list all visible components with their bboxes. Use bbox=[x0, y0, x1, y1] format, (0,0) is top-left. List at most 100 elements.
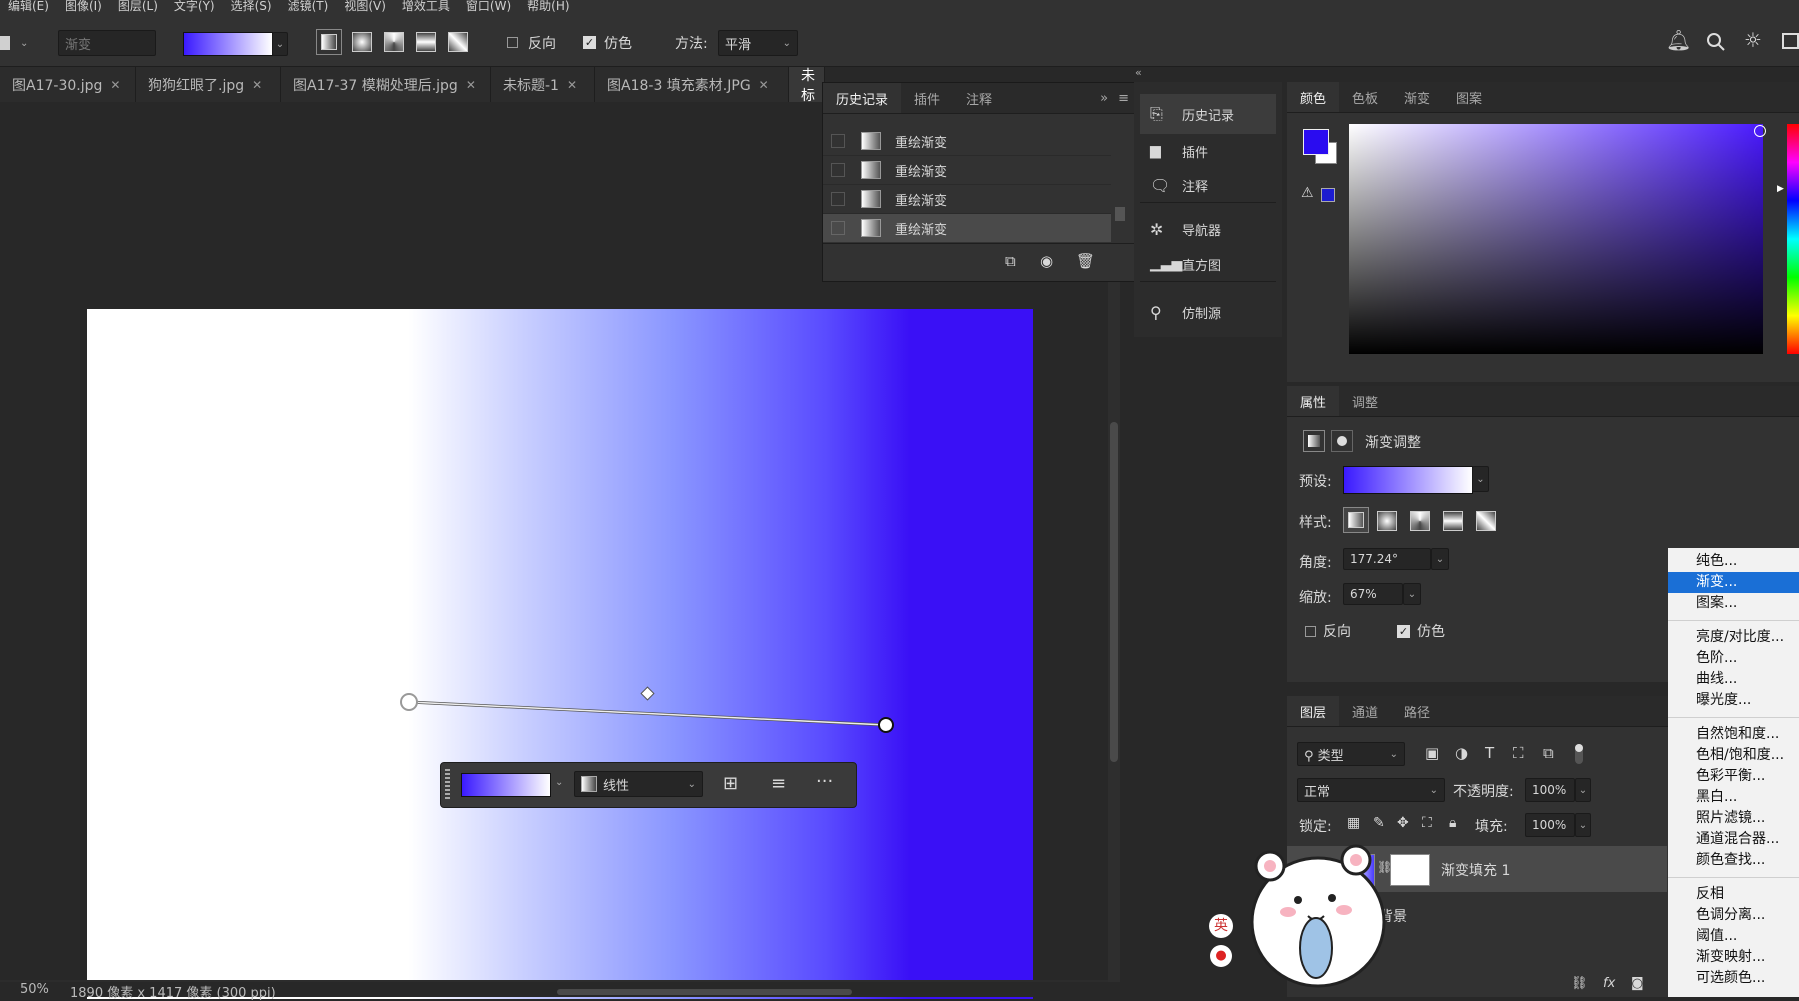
hue-slider[interactable] bbox=[1787, 124, 1799, 354]
gradient-swatch-chevron-icon[interactable]: ⌄ bbox=[272, 32, 288, 56]
dither-checkbox[interactable]: ✓ bbox=[583, 36, 596, 49]
smart-object-filter-icon[interactable]: ⧉ bbox=[1543, 744, 1554, 762]
menu-item-invert[interactable]: 反相 bbox=[1668, 884, 1799, 905]
scroll-thumb[interactable] bbox=[1110, 422, 1118, 762]
dock-item-clone-source[interactable]: ⚲ 仿制源 bbox=[1140, 292, 1276, 332]
diamond-gradient-button[interactable] bbox=[448, 32, 468, 52]
preset-gradient-swatch[interactable] bbox=[1343, 466, 1473, 494]
menu-image[interactable]: 图像(I) bbox=[57, 0, 110, 14]
scale-chevron-icon[interactable]: ⌄ bbox=[1403, 583, 1421, 605]
history-item[interactable]: 重绘渐变 bbox=[823, 127, 1111, 156]
tab-doc-3[interactable]: 图A17-37 模糊处理后.jpg ✕ bbox=[281, 67, 491, 102]
tab-color[interactable]: 颜色 bbox=[1287, 82, 1340, 112]
menu-item-black-white[interactable]: 黑白... bbox=[1668, 787, 1799, 808]
close-icon[interactable]: ✕ bbox=[252, 78, 262, 92]
properties-reverse-checkbox[interactable] bbox=[1305, 626, 1316, 637]
more-icon[interactable]: ··· bbox=[816, 771, 833, 792]
menu-item-hue-saturation[interactable]: 色相/饱和度... bbox=[1668, 745, 1799, 766]
pixel-filter-icon[interactable]: ▣ bbox=[1425, 744, 1439, 762]
adjustment-filter-icon[interactable]: ◑ bbox=[1455, 744, 1468, 762]
tool-preset-icon[interactable] bbox=[0, 36, 10, 50]
foreground-color-swatch[interactable] bbox=[1303, 129, 1329, 155]
add-mask-icon[interactable]: ◙ bbox=[1631, 976, 1644, 991]
camera-icon[interactable]: ◉ bbox=[1040, 252, 1053, 270]
menu-item-gradient-map[interactable]: 渐变映射... bbox=[1668, 947, 1799, 968]
lock-position-icon[interactable]: ✥ bbox=[1397, 815, 1409, 831]
style-reflected-button[interactable] bbox=[1443, 511, 1463, 531]
close-icon[interactable]: ✕ bbox=[759, 78, 769, 92]
hue-slider-marker-icon[interactable]: ▶ bbox=[1777, 184, 1784, 194]
tab-channels[interactable]: 通道 bbox=[1339, 696, 1391, 726]
menu-item-threshold[interactable]: 阈值... bbox=[1668, 926, 1799, 947]
tab-doc-1[interactable]: 图A17-30.jpg ✕ bbox=[0, 67, 136, 102]
layer-name[interactable]: 渐变填充 1 bbox=[1441, 860, 1510, 880]
linear-gradient-button[interactable] bbox=[316, 29, 342, 55]
menu-item-gradient[interactable]: 渐变... bbox=[1668, 572, 1799, 593]
dock-item-notes[interactable]: 🗨︎ 注释 bbox=[1140, 168, 1276, 203]
fill-input[interactable]: 100% bbox=[1525, 813, 1575, 837]
workspace-icon[interactable] bbox=[1782, 33, 1799, 49]
horizontal-scroll-thumb[interactable] bbox=[557, 989, 852, 995]
lightbulb-icon[interactable]: ☼ bbox=[1744, 28, 1762, 52]
close-icon[interactable]: ✕ bbox=[466, 78, 476, 92]
color-picker-cursor[interactable] bbox=[1754, 125, 1766, 137]
menu-help[interactable]: 帮助(H) bbox=[519, 0, 577, 14]
scale-input[interactable]: 67% bbox=[1343, 583, 1403, 605]
menu-item-pattern[interactable]: 图案... bbox=[1668, 593, 1799, 614]
menu-view[interactable]: 视图(V) bbox=[336, 0, 394, 14]
document-info[interactable]: 1890 像素 x 1417 像素 (300 ppi) bbox=[70, 982, 276, 1001]
zoom-value[interactable]: 50% bbox=[20, 982, 49, 997]
style-angle-button[interactable] bbox=[1410, 511, 1430, 531]
menu-item-solid-color[interactable]: 纯色... bbox=[1668, 551, 1799, 572]
ime-language-indicator[interactable]: 英 bbox=[1209, 914, 1233, 938]
method-dropdown[interactable]: 平滑 ⌄ bbox=[718, 30, 798, 56]
gradient-preset-dropdown[interactable]: 渐变 bbox=[58, 30, 156, 56]
filter-toggle[interactable] bbox=[1575, 744, 1583, 764]
gradient-midpoint-handle[interactable] bbox=[640, 686, 655, 701]
tool-preset-chevron-icon[interactable]: ⌄ bbox=[20, 38, 28, 49]
style-diamond-button[interactable] bbox=[1476, 511, 1496, 531]
warning-icon[interactable]: ⚠ bbox=[1301, 185, 1314, 201]
color-field[interactable] bbox=[1349, 124, 1763, 354]
angle-input[interactable]: 177.24° bbox=[1343, 548, 1431, 570]
ime-tool-icon[interactable]: ● bbox=[1210, 945, 1232, 967]
gradient-start-handle[interactable] bbox=[400, 693, 418, 711]
style-linear-button[interactable] bbox=[1343, 507, 1369, 533]
tab-doc-4[interactable]: 未标题-1 ✕ bbox=[491, 67, 595, 102]
menu-item-vibrance[interactable]: 自然饱和度... bbox=[1668, 724, 1799, 745]
close-icon[interactable]: ✕ bbox=[567, 78, 577, 92]
preset-chevron-icon[interactable]: ⌄ bbox=[1472, 466, 1489, 492]
sliders-icon[interactable]: ≡ bbox=[771, 773, 786, 794]
properties-dither-checkbox[interactable]: ✓ bbox=[1397, 625, 1410, 638]
history-item-selected[interactable]: 重绘渐变 bbox=[823, 214, 1111, 242]
layer-mask-thumbnail[interactable] bbox=[1390, 854, 1430, 886]
tab-doc-5[interactable]: 图A18-3 填充素材.JPG ✕ bbox=[595, 67, 789, 102]
search-icon[interactable] bbox=[1706, 32, 1726, 52]
menu-item-levels[interactable]: 色阶... bbox=[1668, 648, 1799, 669]
new-document-icon[interactable]: ⧉ bbox=[1005, 252, 1016, 270]
opacity-chevron-icon[interactable]: ⌄ bbox=[1575, 778, 1591, 802]
tab-history[interactable]: 历史记录 bbox=[823, 83, 902, 113]
menu-type[interactable]: 文字(Y) bbox=[166, 0, 223, 14]
menu-window[interactable]: 窗口(W) bbox=[458, 0, 519, 14]
menu-item-posterize[interactable]: 色调分离... bbox=[1668, 905, 1799, 926]
tab-notes[interactable]: 注释 bbox=[953, 83, 1005, 113]
menu-item-exposure[interactable]: 曝光度... bbox=[1668, 690, 1799, 711]
history-scrollbar[interactable] bbox=[1113, 127, 1127, 239]
menu-plugins[interactable]: 增效工具 bbox=[394, 0, 458, 14]
canvas-vertical-scrollbar[interactable] bbox=[1108, 262, 1120, 982]
opacity-input[interactable]: 100% bbox=[1525, 778, 1575, 802]
link-layers-icon[interactable]: ⛓ bbox=[1571, 976, 1588, 991]
tab-properties[interactable]: 属性 bbox=[1287, 386, 1340, 416]
collapse-arrows-icon[interactable]: « bbox=[1135, 66, 1145, 80]
swatch-chevron-icon[interactable]: ⌄ bbox=[555, 777, 563, 788]
menu-item-curves[interactable]: 曲线... bbox=[1668, 669, 1799, 690]
menu-item-channel-mixer[interactable]: 通道混合器... bbox=[1668, 829, 1799, 850]
bell-icon[interactable]: 🔔︎ bbox=[1666, 28, 1691, 52]
radial-gradient-button[interactable] bbox=[352, 32, 372, 52]
fill-chevron-icon[interactable]: ⌄ bbox=[1575, 813, 1591, 837]
angle-chevron-icon[interactable]: ⌄ bbox=[1431, 548, 1449, 570]
tab-paths[interactable]: 路径 bbox=[1391, 696, 1443, 726]
tab-swatches[interactable]: 色板 bbox=[1339, 82, 1391, 112]
type-filter-icon[interactable]: T bbox=[1485, 744, 1494, 762]
